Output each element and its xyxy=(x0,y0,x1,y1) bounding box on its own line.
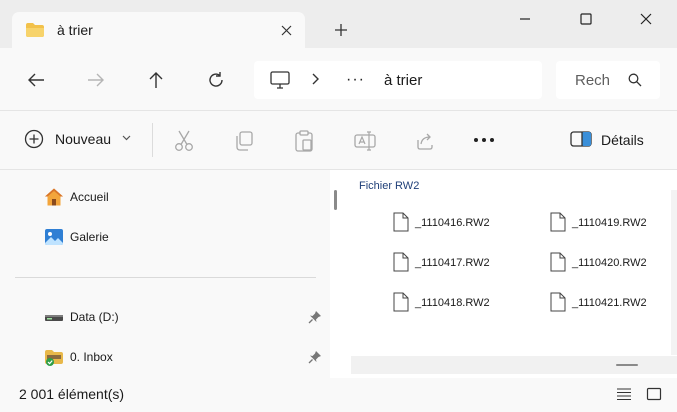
file-name: _1110419.RW2 xyxy=(572,217,647,229)
tiles-view-button[interactable] xyxy=(644,385,664,403)
content-vertical-scrollbar[interactable] xyxy=(671,190,677,355)
details-view-icon xyxy=(617,388,631,401)
back-arrow-icon xyxy=(28,73,44,87)
maximize-icon xyxy=(580,13,592,25)
minimize-button[interactable] xyxy=(510,8,540,30)
file-item[interactable]: _1110418.RW2 xyxy=(393,292,543,316)
sidebar-item-label: Data (D:) xyxy=(70,310,119,324)
tab-close-button[interactable] xyxy=(277,21,295,39)
address-bar[interactable]: ··· à trier xyxy=(254,61,542,99)
search-box[interactable]: Rech xyxy=(556,61,660,99)
sidebar-divider xyxy=(15,277,316,278)
paste-button[interactable] xyxy=(292,129,316,153)
chevron-down-icon xyxy=(122,135,131,141)
title-bar: à trier xyxy=(0,0,677,49)
address-overflow-button[interactable]: ··· xyxy=(346,71,365,89)
file-list-pane: Fichier RW2 _1110416.RW2 _1110419.RW2 _1… xyxy=(351,170,677,378)
details-button-label: Détails xyxy=(601,132,644,148)
forward-button[interactable] xyxy=(84,68,108,92)
plus-icon xyxy=(335,24,347,36)
rename-icon xyxy=(354,131,376,151)
folder-icon xyxy=(26,23,44,37)
refresh-icon xyxy=(209,72,223,87)
more-options-button[interactable] xyxy=(471,130,497,150)
details-pane-button[interactable]: Détails xyxy=(566,127,658,153)
share-button[interactable] xyxy=(413,129,437,153)
pin-icon[interactable] xyxy=(308,350,322,364)
file-name: _1110421.RW2 xyxy=(572,297,647,309)
file-name: _1110420.RW2 xyxy=(572,257,647,269)
home-icon xyxy=(45,188,63,206)
sidebar-item-data-drive[interactable]: Data (D:) xyxy=(0,302,330,332)
group-header[interactable]: Fichier RW2 xyxy=(359,180,419,192)
new-button-label: Nouveau xyxy=(55,131,112,147)
inbox-folder-icon xyxy=(45,350,63,366)
file-icon xyxy=(393,252,409,272)
search-icon[interactable] xyxy=(628,73,642,87)
paste-icon xyxy=(295,130,313,152)
sidebar-item-label: Accueil xyxy=(70,190,109,204)
copy-button[interactable] xyxy=(232,129,256,153)
file-icon xyxy=(393,212,409,232)
content-horizontal-scrollbar[interactable] xyxy=(351,356,677,374)
file-item[interactable]: _1110416.RW2 xyxy=(393,212,543,236)
command-separator xyxy=(152,123,153,157)
more-horizontal-icon xyxy=(474,138,494,142)
navigation-pane: Accueil Galerie Data (D:) 0. Inbox xyxy=(0,170,330,378)
file-item[interactable]: _1110420.RW2 xyxy=(550,252,677,276)
details-pane-icon xyxy=(570,131,592,147)
sidebar-item-label: Galerie xyxy=(70,230,109,244)
chevron-right-icon[interactable] xyxy=(312,73,320,85)
refresh-button[interactable] xyxy=(204,68,228,92)
back-button[interactable] xyxy=(24,68,48,92)
share-icon xyxy=(417,133,433,150)
file-name: _1110417.RW2 xyxy=(415,257,490,269)
file-icon xyxy=(550,252,566,272)
file-explorer-window: à trier ··· à trier Rech Nouveau Détails… xyxy=(0,0,677,412)
computer-icon[interactable] xyxy=(270,71,290,89)
file-item[interactable]: _1110417.RW2 xyxy=(393,252,543,276)
tab-title: à trier xyxy=(57,22,93,38)
rename-button[interactable] xyxy=(353,129,377,153)
file-name: _1110418.RW2 xyxy=(415,297,490,309)
gallery-icon xyxy=(45,229,63,245)
tab-a-trier[interactable]: à trier xyxy=(12,12,305,49)
minimize-icon xyxy=(520,18,530,20)
file-icon xyxy=(550,212,566,232)
cut-icon xyxy=(175,130,193,151)
pin-icon[interactable] xyxy=(308,310,322,324)
command-bar: Nouveau Détails xyxy=(0,111,677,170)
sidebar-item-accueil[interactable]: Accueil xyxy=(0,182,330,212)
search-input[interactable]: Rech xyxy=(575,72,610,89)
horizontal-scrollbar-thumb[interactable] xyxy=(616,364,638,366)
sidebar-item-label: 0. Inbox xyxy=(70,350,113,364)
add-circle-icon xyxy=(24,129,44,149)
tiles-view-icon xyxy=(646,387,662,401)
maximize-button[interactable] xyxy=(571,8,601,30)
navigation-bar: ··· à trier Rech xyxy=(0,48,677,111)
details-view-button[interactable] xyxy=(614,385,634,403)
up-button[interactable] xyxy=(144,68,168,92)
file-icon xyxy=(393,292,409,312)
sidebar-scrollbar-thumb[interactable] xyxy=(334,190,337,210)
new-button[interactable]: Nouveau xyxy=(16,125,138,153)
close-icon xyxy=(640,13,652,25)
forward-arrow-icon xyxy=(88,73,104,87)
drive-icon xyxy=(45,315,63,321)
file-item[interactable]: _1110421.RW2 xyxy=(550,292,677,316)
up-arrow-icon xyxy=(149,72,163,88)
status-bar: 2 001 élément(s) xyxy=(0,378,677,412)
close-icon xyxy=(281,25,291,35)
copy-icon xyxy=(236,131,253,151)
file-item[interactable]: _1110419.RW2 xyxy=(550,212,677,236)
close-window-button[interactable] xyxy=(631,8,661,30)
cut-button[interactable] xyxy=(172,129,196,153)
item-count: 2 001 élément(s) xyxy=(19,386,125,402)
sidebar-item-galerie[interactable]: Galerie xyxy=(0,222,330,252)
address-current-folder[interactable]: à trier xyxy=(384,72,422,89)
new-tab-button[interactable] xyxy=(331,20,351,40)
file-icon xyxy=(550,292,566,312)
sidebar-item-inbox[interactable]: 0. Inbox xyxy=(0,342,330,372)
file-name: _1110416.RW2 xyxy=(415,217,490,229)
